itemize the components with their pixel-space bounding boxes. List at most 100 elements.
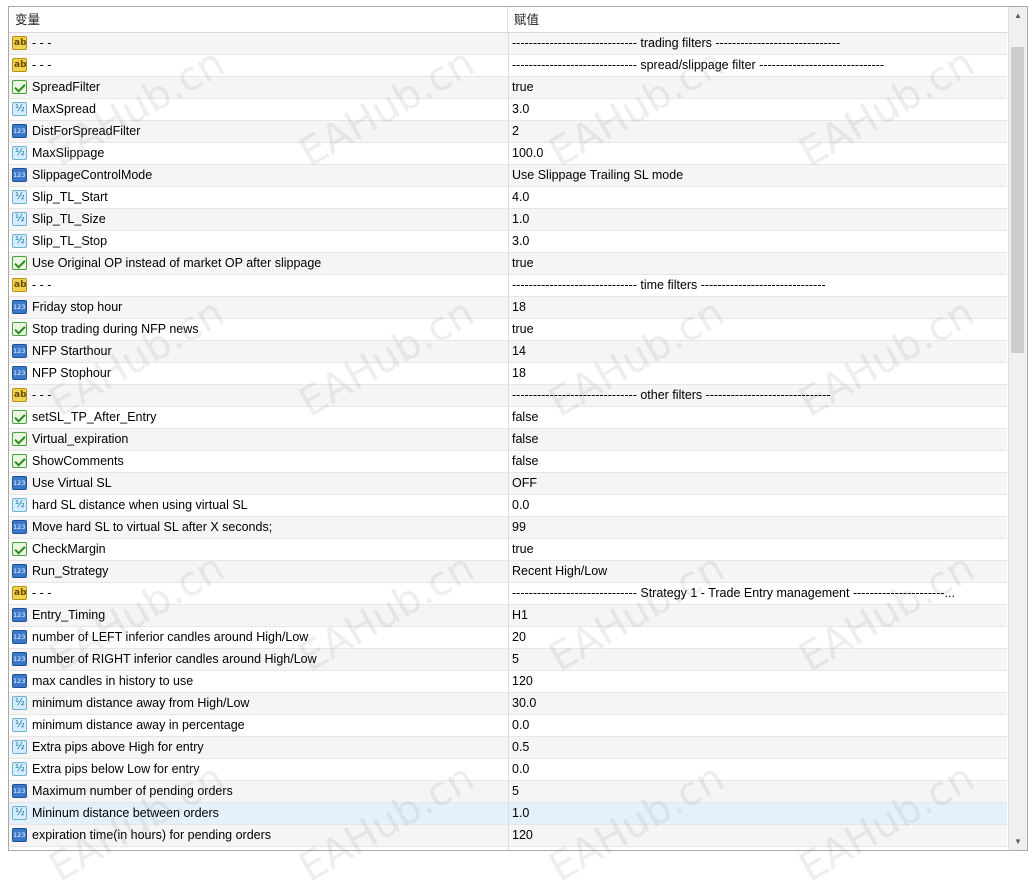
variable-cell[interactable]: setSL_TP_After_Entry (9, 407, 509, 428)
variable-cell[interactable]: Extra pips above High for entry (9, 737, 509, 758)
variable-cell[interactable]: max candles in history to use (9, 671, 509, 692)
value-cell[interactable]: true (509, 539, 1006, 560)
value-cell[interactable]: ------------------------------ other fil… (509, 385, 1006, 406)
table-row[interactable]: - - - ------------------------------ Stra… (9, 583, 1007, 605)
scroll-up-arrow-icon[interactable]: ▲ (1009, 7, 1027, 24)
table-row[interactable]: MaxSlippage 100.0 (9, 143, 1007, 165)
value-cell[interactable]: 0.0 (509, 759, 1006, 780)
table-row[interactable]: Extra pips below Low for entry 0.0 (9, 759, 1007, 781)
variable-cell[interactable]: Entry_Timing (9, 605, 509, 626)
table-row[interactable]: expiration time(in hours) for pending or… (9, 825, 1007, 847)
table-row[interactable]: CheckMargin true (9, 539, 1007, 561)
table-row[interactable]: Run_Strategy Recent High/Low (9, 561, 1007, 583)
table-row[interactable]: Magicnumber strategy 1 991 (9, 847, 1007, 850)
value-cell[interactable]: 120 (509, 825, 1006, 846)
table-row[interactable]: setSL_TP_After_Entry false (9, 407, 1007, 429)
value-cell[interactable]: 0.5 (509, 737, 1006, 758)
variable-cell[interactable]: minimum distance away from High/Low (9, 693, 509, 714)
variable-cell[interactable]: SpreadFilter (9, 77, 509, 98)
table-row[interactable]: Mininum distance between orders 1.0 (9, 803, 1007, 825)
variable-cell[interactable]: number of LEFT inferior candles around H… (9, 627, 509, 648)
value-cell[interactable]: 99 (509, 517, 1006, 538)
value-cell[interactable]: 100.0 (509, 143, 1006, 164)
table-row[interactable]: - - - ------------------------------ trad… (9, 33, 1007, 55)
value-cell[interactable]: 3.0 (509, 231, 1006, 252)
value-cell[interactable]: OFF (509, 473, 1006, 494)
variable-cell[interactable]: - - - (9, 33, 509, 54)
table-row[interactable]: minimum distance away from High/Low 30.0 (9, 693, 1007, 715)
variable-cell[interactable]: NFP Stophour (9, 363, 509, 384)
value-cell[interactable]: true (509, 253, 1006, 274)
value-cell[interactable]: false (509, 451, 1006, 472)
table-row[interactable]: MaxSpread 3.0 (9, 99, 1007, 121)
variable-cell[interactable]: Mininum distance between orders (9, 803, 509, 824)
value-cell[interactable]: false (509, 407, 1006, 428)
variable-cell[interactable]: - - - (9, 583, 509, 604)
variable-cell[interactable]: Slip_TL_Stop (9, 231, 509, 252)
table-row[interactable]: Maximum number of pending orders 5 (9, 781, 1007, 803)
table-row[interactable]: Stop trading during NFP news true (9, 319, 1007, 341)
scroll-down-arrow-icon[interactable]: ▼ (1009, 833, 1027, 850)
value-cell[interactable]: false (509, 429, 1006, 450)
variable-cell[interactable]: Virtual_expiration (9, 429, 509, 450)
value-cell[interactable]: Recent High/Low (509, 561, 1006, 582)
value-cell[interactable]: 3.0 (509, 99, 1006, 120)
table-row[interactable]: hard SL distance when using virtual SL 0.… (9, 495, 1007, 517)
value-cell[interactable]: true (509, 77, 1006, 98)
value-cell[interactable]: ------------------------------ time filt… (509, 275, 1006, 296)
table-row[interactable]: - - - ------------------------------ othe… (9, 385, 1007, 407)
table-row[interactable]: max candles in history to use 120 (9, 671, 1007, 693)
value-cell[interactable]: 14 (509, 341, 1006, 362)
table-row[interactable]: SlippageControlMode Use Slippage Trailing… (9, 165, 1007, 187)
variable-cell[interactable]: Maximum number of pending orders (9, 781, 509, 802)
value-cell[interactable]: 18 (509, 363, 1006, 384)
table-row[interactable]: ShowComments false (9, 451, 1007, 473)
variable-cell[interactable]: expiration time(in hours) for pending or… (9, 825, 509, 846)
variable-cell[interactable]: Use Original OP instead of market OP aft… (9, 253, 509, 274)
table-row[interactable]: SpreadFilter true (9, 77, 1007, 99)
table-row[interactable]: NFP Stophour 18 (9, 363, 1007, 385)
variable-cell[interactable]: Run_Strategy (9, 561, 509, 582)
table-row[interactable]: Slip_TL_Stop 3.0 (9, 231, 1007, 253)
value-cell[interactable]: 20 (509, 627, 1006, 648)
variable-cell[interactable]: number of RIGHT inferior candles around … (9, 649, 509, 670)
value-cell[interactable]: 1.0 (509, 209, 1006, 230)
value-cell[interactable]: 30.0 (509, 693, 1006, 714)
table-row[interactable]: Use Original OP instead of market OP aft… (9, 253, 1007, 275)
variable-cell[interactable]: Magicnumber strategy 1 (9, 847, 509, 850)
value-cell[interactable]: 18 (509, 297, 1006, 318)
column-header-value[interactable]: 赋值 (508, 7, 1006, 32)
value-cell[interactable]: Use Slippage Trailing SL mode (509, 165, 1006, 186)
variable-cell[interactable]: Use Virtual SL (9, 473, 509, 494)
variable-cell[interactable]: hard SL distance when using virtual SL (9, 495, 509, 516)
variable-cell[interactable]: DistForSpreadFilter (9, 121, 509, 142)
variable-cell[interactable]: minimum distance away in percentage (9, 715, 509, 736)
value-cell[interactable]: 991 (509, 847, 1006, 850)
variable-cell[interactable]: - - - (9, 385, 509, 406)
variable-cell[interactable]: Friday stop hour (9, 297, 509, 318)
variable-cell[interactable]: Slip_TL_Size (9, 209, 509, 230)
variable-cell[interactable]: CheckMargin (9, 539, 509, 560)
value-cell[interactable]: 5 (509, 781, 1006, 802)
variable-cell[interactable]: Extra pips below Low for entry (9, 759, 509, 780)
variable-cell[interactable]: Move hard SL to virtual SL after X secon… (9, 517, 509, 538)
value-cell[interactable]: 0.0 (509, 495, 1006, 516)
variable-cell[interactable]: MaxSlippage (9, 143, 509, 164)
value-cell[interactable]: ------------------------------ Strategy … (509, 583, 1006, 604)
table-row[interactable]: number of RIGHT inferior candles around … (9, 649, 1007, 671)
value-cell[interactable]: 0.0 (509, 715, 1006, 736)
value-cell[interactable]: 5 (509, 649, 1006, 670)
table-row[interactable]: Slip_TL_Size 1.0 (9, 209, 1007, 231)
table-row[interactable]: Friday stop hour 18 (9, 297, 1007, 319)
variable-cell[interactable]: SlippageControlMode (9, 165, 509, 186)
variable-cell[interactable]: - - - (9, 275, 509, 296)
table-row[interactable]: - - - ------------------------------ time… (9, 275, 1007, 297)
table-row[interactable]: Move hard SL to virtual SL after X secon… (9, 517, 1007, 539)
variable-cell[interactable]: ShowComments (9, 451, 509, 472)
variable-cell[interactable]: NFP Starthour (9, 341, 509, 362)
table-row[interactable]: - - - ------------------------------ spre… (9, 55, 1007, 77)
table-row[interactable]: Extra pips above High for entry 0.5 (9, 737, 1007, 759)
scrollbar-thumb[interactable] (1011, 47, 1024, 353)
value-cell[interactable]: 2 (509, 121, 1006, 142)
variable-cell[interactable]: MaxSpread (9, 99, 509, 120)
